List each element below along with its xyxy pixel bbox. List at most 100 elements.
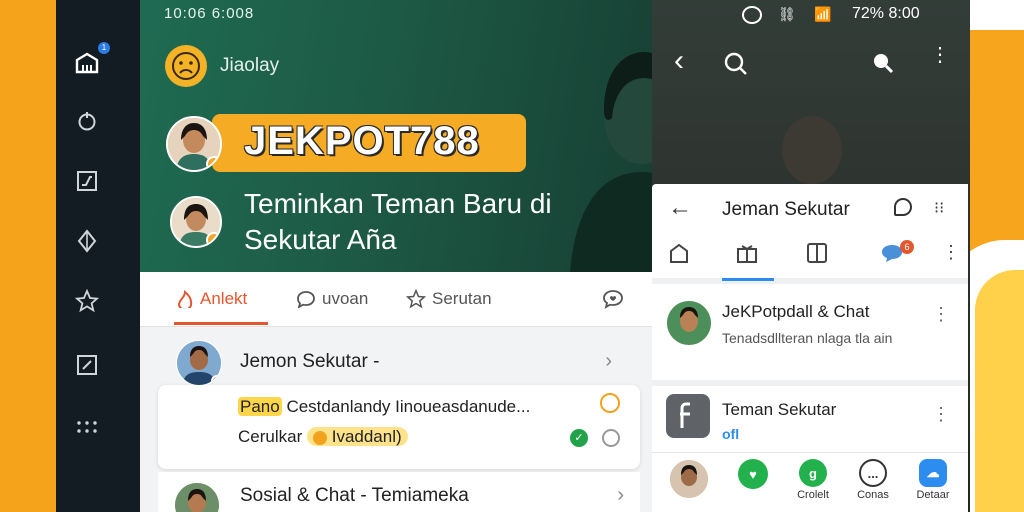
chat-list-item[interactable]: Teman Sekutar ofl ⋮ bbox=[652, 392, 968, 448]
home-icon[interactable] bbox=[668, 242, 690, 264]
pin-icon bbox=[312, 430, 327, 445]
sheet-header: ← Jeman Sekutar ⁝⁝ bbox=[652, 184, 968, 234]
app-name: Jiaolay bbox=[220, 55, 280, 76]
star-icon[interactable] bbox=[74, 288, 100, 314]
chat-list-item[interactable]: JeKPotpdall & Chat Tenadsdllteran nlaga … bbox=[652, 290, 968, 386]
dock-heart[interactable]: ♥ bbox=[728, 459, 778, 491]
avatar bbox=[174, 482, 220, 512]
cloud-icon: ☁ bbox=[919, 459, 947, 487]
tab-label: Serutan bbox=[432, 289, 492, 308]
sad-face-icon[interactable] bbox=[165, 45, 207, 87]
chat-name: Teman Sekutar bbox=[722, 400, 837, 419]
dock-label: Conas bbox=[857, 489, 889, 501]
bottom-sheet: ← Jeman Sekutar ⁝⁝ 6 ⋮ JeKPotpdall & Cha… bbox=[652, 184, 968, 512]
tab-serutan[interactable]: Serutan bbox=[406, 289, 492, 309]
background-white-band bbox=[965, 0, 1024, 30]
chart-icon[interactable] bbox=[74, 168, 100, 194]
chat-preview: ofl bbox=[722, 426, 740, 442]
sheet-title: Jeman Sekutar bbox=[722, 199, 850, 220]
card-line-2: Cerulkar Ivaddanl) bbox=[238, 427, 408, 447]
message-card[interactable]: Pano Cestdanlandy Iinoueasdanude... Ceru… bbox=[158, 385, 640, 469]
more-vertical-icon[interactable]: ⋮ bbox=[930, 45, 950, 65]
chat-icon[interactable] bbox=[894, 198, 912, 216]
document-icon bbox=[666, 394, 710, 438]
dock-detaar[interactable]: ☁ Detaar bbox=[908, 459, 958, 501]
chat-preview: Tenadsdllteran nlaga tla ain bbox=[722, 330, 893, 346]
hero-tagline: Teminkan Teman Baru di Sekutar Aña bbox=[244, 188, 552, 255]
search-icon[interactable] bbox=[724, 52, 748, 78]
lock-icon[interactable] bbox=[600, 393, 620, 413]
right-phone: ⛓ 📶 72% 8:00 ‹ ⋮ ← Jeman Sekutar ⁝⁝ 6 ⋮ … bbox=[652, 0, 970, 512]
back-icon[interactable]: ‹ bbox=[674, 44, 684, 78]
dock-label: Detaar bbox=[916, 489, 950, 501]
more-vertical-icon[interactable]: ⋮ bbox=[932, 304, 950, 325]
list-item[interactable]: Sosial & Chat - Temiameka › bbox=[158, 472, 640, 512]
notification-badge: 6 bbox=[900, 240, 914, 254]
book-icon[interactable] bbox=[806, 242, 828, 264]
gift-icon[interactable] bbox=[736, 242, 758, 264]
dock-label: Crolelt bbox=[797, 489, 829, 501]
dock-crolelt[interactable]: g Crolelt bbox=[788, 459, 838, 501]
highlight-pill: Pano bbox=[238, 397, 282, 416]
status-dot bbox=[206, 232, 220, 246]
camera-icon bbox=[742, 6, 762, 24]
fire-icon bbox=[177, 290, 193, 308]
check-icon: ✓ bbox=[570, 429, 588, 447]
star-icon bbox=[406, 289, 426, 309]
info-icon[interactable] bbox=[602, 429, 620, 447]
tab-label: Anlekt bbox=[200, 289, 248, 308]
tab-uvoan[interactable]: uvoan bbox=[296, 289, 368, 309]
dock-conas[interactable]: ... Conas bbox=[848, 459, 898, 501]
home-icon[interactable] bbox=[74, 50, 100, 76]
chat-icon: ... bbox=[859, 459, 887, 487]
bottom-dock: ♥ g Crolelt ... Conas ☁ Detaar bbox=[652, 452, 968, 512]
tab-bar: Anlekt uvoan Serutan bbox=[140, 272, 652, 327]
list-item[interactable]: Jemon Sekutar - › bbox=[140, 334, 640, 390]
refresh-icon[interactable] bbox=[74, 108, 100, 134]
dock-profile[interactable] bbox=[664, 459, 714, 499]
notification-badge: 1 bbox=[98, 42, 110, 54]
card-text: Cerulkar bbox=[238, 427, 303, 446]
background-orange-left bbox=[0, 0, 60, 512]
more-vertical-icon[interactable]: ⋮ bbox=[932, 404, 950, 425]
apps-grid-icon[interactable] bbox=[74, 414, 100, 440]
status-dot bbox=[206, 156, 220, 170]
avatar bbox=[176, 340, 222, 386]
tab-anlekt[interactable]: Anlekt bbox=[176, 289, 247, 309]
back-arrow-icon[interactable]: ← bbox=[668, 194, 692, 222]
more-horizontal-icon[interactable]: ⁝⁝ bbox=[934, 198, 944, 218]
highlight-pill: Ivaddanl) bbox=[306, 427, 408, 446]
status-bar-battery-time: 72% 8:00 bbox=[852, 5, 920, 22]
active-tab-indicator bbox=[722, 278, 774, 281]
edit-icon[interactable] bbox=[74, 352, 100, 378]
search-icon[interactable] bbox=[872, 52, 894, 74]
brand-title: JEKPOT788 bbox=[244, 119, 480, 163]
row-title: Sosial & Chat - Temiameka bbox=[240, 485, 469, 506]
left-app-body: Anlekt uvoan Serutan Jemon Sekutar - › P… bbox=[140, 272, 652, 512]
avatar bbox=[666, 300, 712, 346]
tab-label: uvoan bbox=[322, 289, 369, 308]
pill-text: Ivaddanl) bbox=[331, 427, 402, 446]
avatar-icon bbox=[669, 459, 709, 499]
chat-bubble-icon bbox=[297, 291, 315, 308]
chat-name: JeKPotpdall & Chat bbox=[722, 302, 870, 321]
side-rail: 1 bbox=[56, 0, 140, 512]
sheet-tab-bar: 6 ⋮ bbox=[652, 234, 968, 284]
link-icon: ⛓ bbox=[778, 6, 796, 22]
heart-icon: ♥ bbox=[738, 459, 768, 489]
chat-heart-icon[interactable] bbox=[602, 289, 624, 309]
row-title: Jemon Sekutar - bbox=[240, 351, 380, 372]
hero-banner: 10:06 6:008 Jiaolay JEKPOT788 Teminkan T… bbox=[140, 0, 652, 272]
more-vertical-icon[interactable]: ⋮ bbox=[942, 242, 960, 263]
background-orange-right bbox=[945, 0, 1024, 512]
avatar[interactable] bbox=[170, 196, 222, 248]
gift-icon: g bbox=[799, 459, 827, 487]
chevron-right-icon: › bbox=[605, 350, 612, 372]
avatar[interactable] bbox=[166, 116, 222, 172]
status-bar-time: 10:06 6:008 bbox=[164, 5, 255, 22]
diamond-icon[interactable] bbox=[74, 228, 100, 254]
wifi-icon: 📶 bbox=[814, 6, 832, 22]
background-yellow-curve bbox=[975, 270, 1024, 512]
card-line-1: Pano Cestdanlandy Iinoueasdanude... bbox=[238, 397, 530, 417]
chevron-right-icon: › bbox=[617, 484, 624, 506]
